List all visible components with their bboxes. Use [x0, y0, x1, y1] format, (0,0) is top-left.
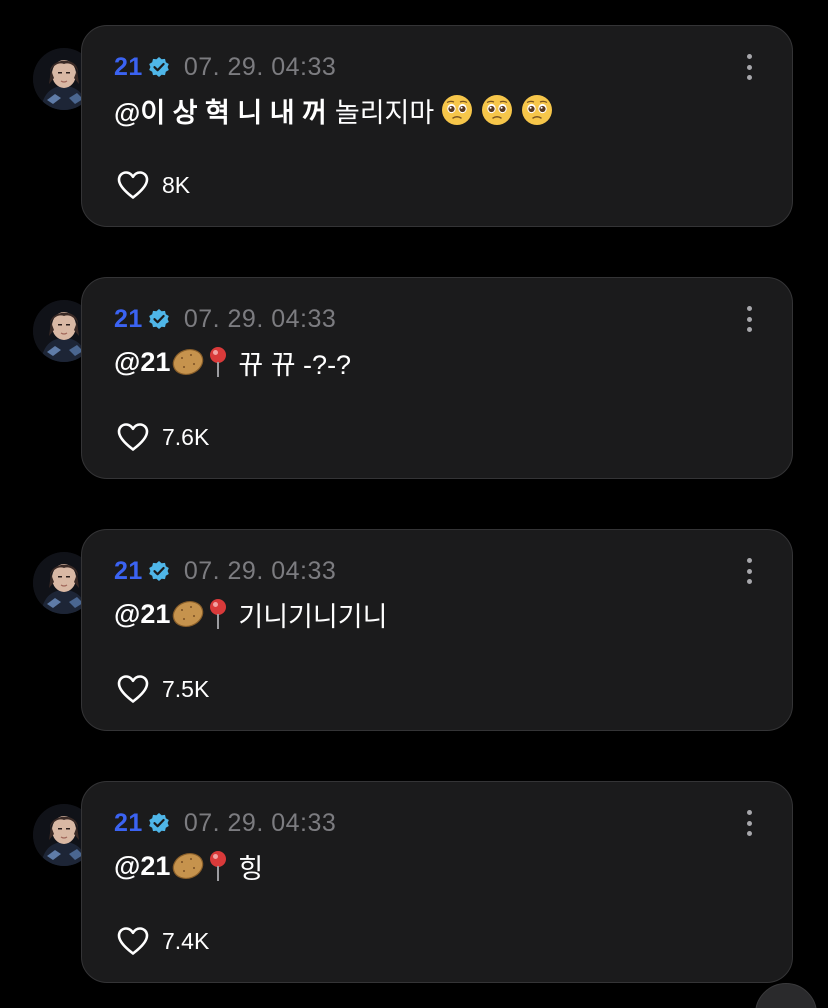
- like-count: 7.6K: [162, 423, 210, 450]
- pleading-face-icon: [482, 95, 513, 125]
- verified-badge-icon: [148, 56, 170, 78]
- comment-text: @21 뀨 뀨 -?-?: [114, 342, 351, 382]
- mention[interactable]: @21: [114, 347, 170, 378]
- more-options-button[interactable]: [744, 306, 754, 332]
- comment-card: 21 07. 29. 04:33 @21: [81, 529, 793, 731]
- username[interactable]: 21: [114, 53, 143, 82]
- heart-outline-icon: [117, 171, 149, 199]
- like-count: 7.5K: [162, 675, 210, 702]
- comment-text: @21 힝: [114, 846, 263, 886]
- comment-item: 21 07. 29. 04:33 @이 상 혁 니 내 꺼 놀리지마 8K: [0, 25, 828, 230]
- comment-header: 21 07. 29. 04:33: [114, 808, 336, 838]
- like-count: 7.4K: [162, 927, 210, 954]
- username[interactable]: 21: [114, 557, 143, 586]
- mention[interactable]: @21: [114, 599, 170, 630]
- more-vertical-icon: [746, 558, 752, 563]
- timestamp: 07. 29. 04:33: [183, 556, 337, 585]
- potato-icon: [173, 853, 204, 879]
- heart-outline-icon: [117, 423, 149, 451]
- comment-item: 21 07. 29. 04:33 @21: [0, 781, 828, 986]
- heart-outline-icon: [117, 927, 149, 955]
- like-button[interactable]: 7.4K: [116, 921, 209, 961]
- comment-header: 21 07. 29. 04:33: [114, 52, 336, 82]
- username[interactable]: 21: [114, 809, 143, 838]
- pleading-face-icon: [442, 95, 473, 125]
- like-count: 8K: [162, 171, 191, 198]
- pleading-face-icon: [522, 95, 553, 125]
- like-button[interactable]: 7.6K: [116, 417, 209, 457]
- mention[interactable]: @21: [114, 851, 170, 882]
- like-button[interactable]: 7.5K: [116, 669, 209, 709]
- comment-card: 21 07. 29. 04:33 @21: [81, 277, 793, 479]
- username[interactable]: 21: [114, 305, 143, 334]
- heart-outline-icon: [117, 675, 149, 703]
- verified-badge-icon: [148, 308, 170, 330]
- verified-badge-icon: [148, 812, 170, 834]
- timestamp: 07. 29. 04:33: [183, 304, 337, 333]
- more-vertical-icon: [746, 306, 752, 311]
- comment-text: @이 상 혁 니 내 꺼 놀리지마: [114, 90, 554, 130]
- more-options-button[interactable]: [744, 54, 754, 80]
- comment-item: 21 07. 29. 04:33 @21: [0, 277, 828, 482]
- message-text: 놀리지마: [334, 97, 435, 128]
- potato-icon: [173, 349, 204, 375]
- comment-feed: 21 07. 29. 04:33 @이 상 혁 니 내 꺼 놀리지마 8K 21…: [0, 0, 828, 1008]
- more-options-button[interactable]: [744, 810, 754, 836]
- message-text: 기니기니기니: [238, 601, 388, 632]
- timestamp: 07. 29. 04:33: [183, 52, 337, 81]
- more-options-button[interactable]: [744, 558, 754, 584]
- message-text: 힝: [238, 853, 264, 884]
- comment-card: 21 07. 29. 04:33 @21: [81, 781, 793, 983]
- floating-action-button[interactable]: [755, 983, 817, 1008]
- comment-item: 21 07. 29. 04:33 @21: [0, 529, 828, 734]
- pushpin-icon: [210, 347, 227, 377]
- timestamp: 07. 29. 04:33: [183, 808, 337, 837]
- comment-card: 21 07. 29. 04:33 @이 상 혁 니 내 꺼 놀리지마 8K: [81, 25, 793, 227]
- comment-header: 21 07. 29. 04:33: [114, 304, 336, 334]
- verified-badge-icon: [148, 560, 170, 582]
- potato-icon: [173, 601, 204, 627]
- like-button[interactable]: 8K: [116, 165, 190, 205]
- message-text: 뀨 뀨 -?-?: [238, 349, 352, 380]
- more-vertical-icon: [746, 810, 752, 815]
- more-vertical-icon: [746, 54, 752, 59]
- comment-header: 21 07. 29. 04:33: [114, 556, 336, 586]
- comment-text: @21 기니기니기니: [114, 594, 387, 634]
- mention[interactable]: @이 상 혁 니 내 꺼: [114, 91, 327, 130]
- pushpin-icon: [210, 599, 227, 629]
- emoji-group: [440, 93, 554, 127]
- pushpin-icon: [210, 851, 227, 881]
